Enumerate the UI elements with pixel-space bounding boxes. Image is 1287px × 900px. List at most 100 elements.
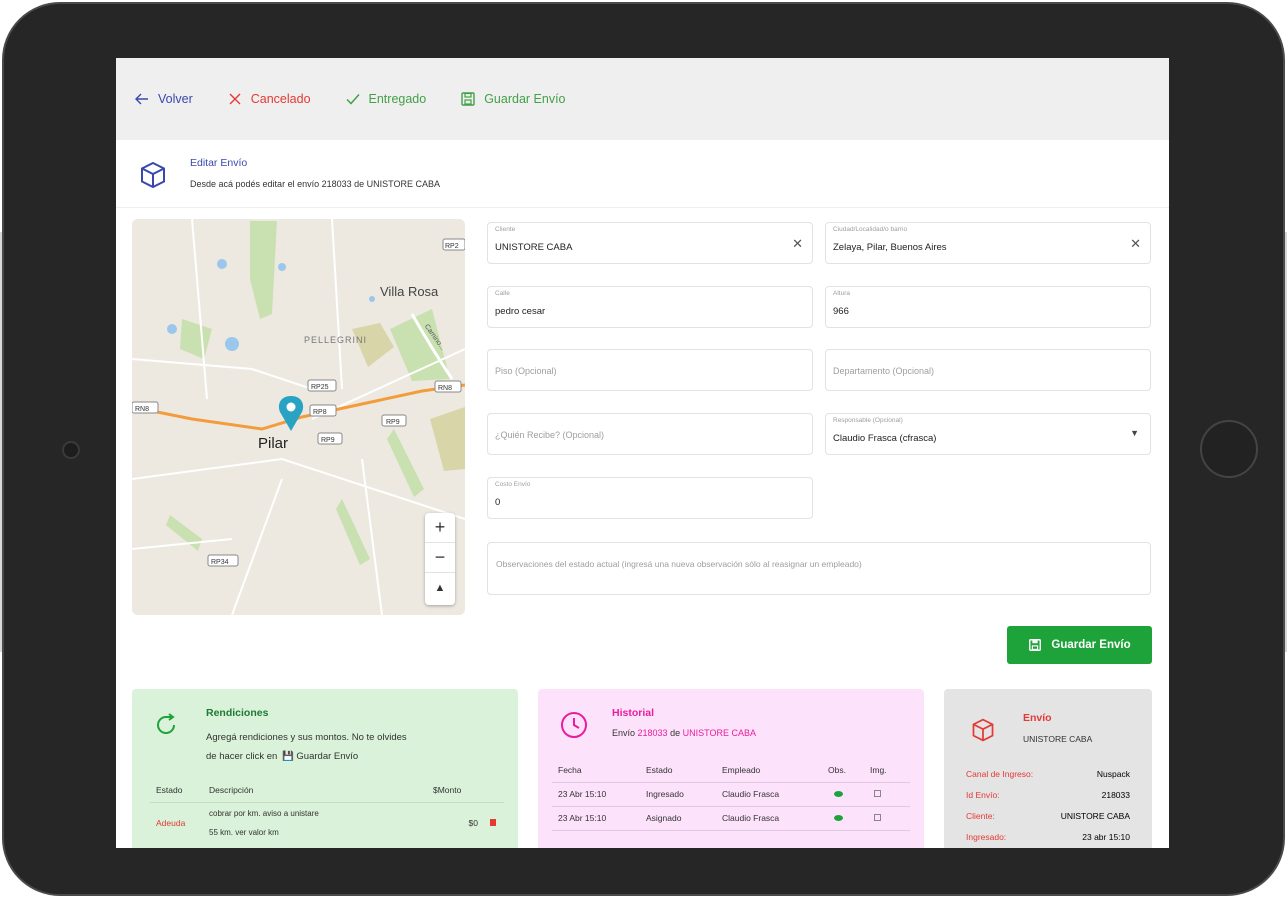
home-button[interactable] — [1200, 420, 1258, 478]
arrow-left-icon — [135, 93, 148, 105]
envio-client: UNISTORE CABA — [1023, 734, 1093, 744]
clear-client-icon[interactable]: ✕ — [792, 236, 803, 252]
map-label-rp25: RP25 — [311, 384, 329, 391]
zoom-in-button[interactable]: + — [425, 513, 455, 543]
historial-client[interactable]: UNISTORE CABA — [683, 728, 756, 738]
envio-row-id: Id Envío: 218033 — [966, 790, 1130, 800]
table-row[interactable]: 23 Abr 15:10 Asignado Claudio Frasca — [552, 806, 910, 831]
table-row[interactable]: Adeuda cobrar por km. aviso a unistare 5… — [150, 802, 504, 844]
front-camera — [62, 441, 80, 459]
map-label-rn8-west: RN8 — [135, 406, 149, 413]
image-icon[interactable] — [864, 782, 910, 807]
responsible-value: Claudio Frasca (cfrasca) — [833, 433, 937, 444]
floor-field[interactable]: Piso (Opcional) — [487, 349, 813, 391]
page-subtitle: Desde acá podés editar el envío 218033 d… — [190, 179, 440, 189]
envio-value: UNISTORE CABA — [1060, 811, 1130, 821]
floppy-disk-icon — [461, 92, 475, 106]
col-obs: Obs. — [822, 758, 864, 783]
responsible-select[interactable]: Responsable (Opcional) Claudio Frasca (c… — [825, 413, 1151, 455]
save-shipment-label: Guardar Envío — [1051, 639, 1131, 651]
envio-row-channel: Canal de Ingreso: Nuspack — [966, 769, 1130, 779]
map-label-pellegrini: PELLEGRINI — [304, 335, 367, 345]
chevron-down-icon[interactable]: ▼ — [1130, 428, 1139, 438]
row-estado: Ingresado — [640, 782, 716, 807]
historial-shipment-id[interactable]: 218033 — [638, 728, 668, 738]
map-water — [278, 263, 286, 271]
map-zoom-controls: + − ▲ — [425, 513, 455, 605]
cost-field[interactable]: Costo Envío 0 — [487, 477, 813, 519]
row-descripcion-line1: cobrar por km. aviso a unistare — [209, 809, 319, 819]
delivered-label: Entregado — [368, 92, 427, 106]
row-empleado: Claudio Frasca — [716, 782, 822, 807]
envio-key: Id Envío: — [966, 790, 1000, 800]
eye-icon[interactable] — [822, 806, 864, 831]
page-title: Editar Envío — [190, 157, 248, 169]
street-field[interactable]: Calle pedro cesar — [487, 286, 813, 328]
rendiciones-card: Rendiciones Agregá rendiciones y sus mon… — [132, 689, 518, 848]
row-estado: Adeuda — [156, 818, 186, 829]
observations-placeholder: Observaciones del estado actual (ingresá… — [496, 559, 862, 569]
city-field[interactable]: Ciudad/Localidad/o barrio Zelaya, Pilar,… — [825, 222, 1151, 264]
envio-value: 218033 — [1101, 790, 1130, 800]
historial-card: Historial Envío 218033 de UNISTORE CABA … — [538, 689, 924, 848]
height-value: 966 — [833, 306, 849, 317]
envio-card: Envío UNISTORE CABA Canal de Ingreso: Nu… — [944, 689, 1152, 848]
save-shipment-button[interactable]: Guardar Envío — [1007, 626, 1152, 664]
rendiciones-description-line2: de hacer click en — [206, 751, 278, 762]
rendiciones-description-line1: Agregá rendiciones y sus montos. No te o… — [206, 732, 407, 743]
col-img: Img. — [864, 758, 910, 783]
map-canvas: RP2 RP25 RN8 RN8 RP8 RP9 RP9 RP34 Villa … — [132, 219, 465, 615]
back-label: Volver — [158, 92, 193, 106]
compass-reset-button[interactable]: ▲ — [425, 573, 455, 603]
save-toolbar-label: Guardar Envío — [484, 92, 566, 106]
responsible-label: Responsable (Opcional) — [833, 417, 903, 424]
historial-subtitle-mid: de — [670, 728, 681, 738]
image-icon[interactable] — [864, 806, 910, 831]
client-field[interactable]: Cliente UNISTORE CABA ✕ — [487, 222, 813, 264]
receiver-placeholder: ¿Quién Recibe? (Opcional) — [495, 430, 605, 440]
observations-textarea[interactable]: Observaciones del estado actual (ingresá… — [487, 542, 1151, 595]
map-water — [217, 259, 227, 269]
zoom-out-button[interactable]: − — [425, 543, 455, 573]
trash-icon[interactable] — [484, 802, 504, 844]
check-icon — [345, 94, 360, 105]
envio-key: Ingresado: — [966, 832, 1007, 842]
height-field[interactable]: Altura 966 — [825, 286, 1151, 328]
col-empleado: Empleado — [716, 758, 822, 783]
action-toolbar: Volver Cancelado Entregado Guardar Envío — [116, 58, 1169, 140]
row-descripcion: cobrar por km. aviso a unistare 55 km. v… — [203, 802, 427, 844]
table-row[interactable]: 23 Abr 15:10 Ingresado Claudio Frasca — [552, 782, 910, 807]
envio-row-client: Cliente: UNISTORE CABA — [966, 811, 1130, 821]
envio-row-ingresado: Ingresado: 23 abr 15:10 — [966, 832, 1130, 842]
envio-value: 23 abr 15:10 — [1082, 832, 1130, 842]
col-monto: $Monto — [427, 778, 484, 803]
save-shipment-toolbar-button[interactable]: Guardar Envío — [460, 91, 566, 107]
city-value: Zelaya, Pilar, Buenos Aires — [833, 242, 947, 253]
rendiciones-save-link[interactable]: Guardar Envío — [296, 751, 358, 762]
floppy-disk-icon — [1029, 639, 1042, 651]
envio-key: Canal de Ingreso: — [966, 769, 1034, 779]
app-screen: Volver Cancelado Entregado Guardar Envío… — [116, 58, 1169, 848]
envio-title: Envío — [1023, 712, 1052, 724]
col-estado: Estado — [640, 758, 716, 783]
client-label: Cliente — [495, 226, 516, 233]
location-map[interactable]: RP2 RP25 RN8 RN8 RP8 RP9 RP9 RP34 Villa … — [132, 219, 465, 615]
delivered-button[interactable]: Entregado — [345, 91, 427, 107]
eye-icon[interactable] — [822, 782, 864, 807]
map-label-pilar: Pilar — [258, 435, 288, 452]
map-label-rp8: RP8 — [313, 409, 327, 416]
package-icon — [141, 161, 165, 189]
apartment-field[interactable]: Departamento (Opcional) — [825, 349, 1151, 391]
back-button[interactable]: Volver — [134, 91, 193, 107]
receiver-field[interactable]: ¿Quién Recibe? (Opcional) — [487, 413, 813, 455]
close-icon — [229, 93, 241, 105]
clear-city-icon[interactable]: ✕ — [1130, 236, 1141, 252]
map-label-rp2: RP2 — [445, 243, 459, 250]
map-label-villa-rosa: Villa Rosa — [380, 284, 439, 299]
historial-title: Historial — [612, 707, 655, 719]
cancel-button[interactable]: Cancelado — [227, 91, 311, 107]
row-fecha: 23 Abr 15:10 — [552, 782, 640, 807]
tablet-device: Volver Cancelado Entregado Guardar Envío… — [0, 0, 1287, 900]
col-fecha: Fecha — [552, 758, 640, 783]
row-descripcion-line2: 55 km. ver valor km — [209, 828, 279, 838]
